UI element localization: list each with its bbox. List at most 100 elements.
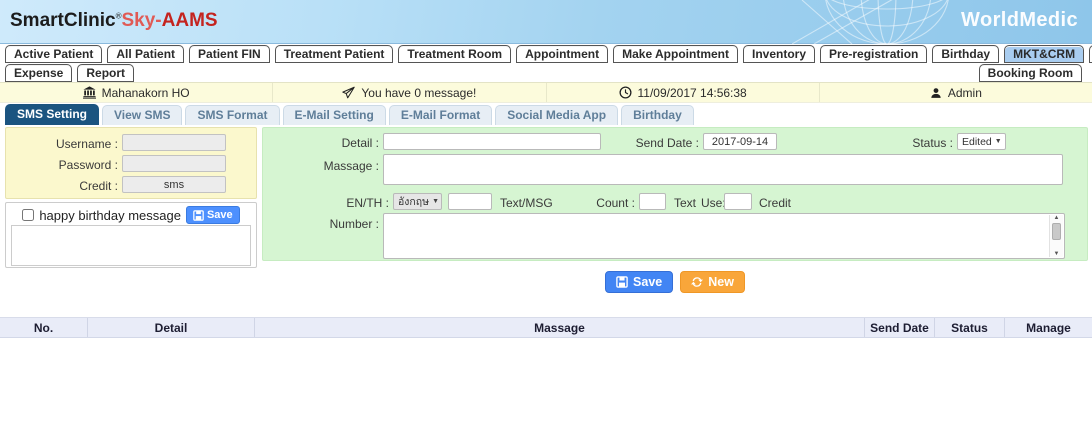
lang-select[interactable]: อังกฤษ ▼: [393, 193, 442, 210]
status-bar: Mahanakorn HO You have 0 message! 11/09/…: [0, 82, 1092, 103]
clinic-name: Mahanakorn HO: [102, 86, 190, 100]
logged-in-user: Admin: [948, 86, 982, 100]
use-input[interactable]: [724, 193, 752, 210]
number-label: Number :: [283, 217, 379, 231]
message-status-cell: You have 0 message!: [273, 83, 546, 102]
col-header-detail[interactable]: Detail: [88, 318, 255, 337]
credit-label: Credit :: [6, 179, 118, 193]
col-header-status[interactable]: Status: [935, 318, 1005, 337]
username-label: Username :: [6, 137, 118, 151]
status-select[interactable]: Edited ▼: [957, 133, 1006, 150]
status-label: Status :: [875, 136, 953, 150]
birthday-save-label: Save: [207, 209, 233, 221]
scroll-down-icon[interactable]: ▼: [1050, 251, 1063, 257]
status-selected-value: Edited: [962, 136, 992, 148]
use-unit-label: Credit: [759, 196, 791, 210]
count-input[interactable]: [639, 193, 666, 210]
menu-tab-report[interactable]: Report: [77, 64, 134, 82]
logo-sky: Sky-: [122, 10, 162, 31]
happy-birthday-label: happy birthday message: [39, 208, 181, 223]
sms-subtabs: SMS Setting View SMS SMS Format E-Mail S…: [5, 104, 697, 125]
menu-tab-appointment[interactable]: Appointment: [516, 45, 608, 63]
menu-tab-booking-room[interactable]: Booking Room: [979, 64, 1082, 82]
menu-tab-treatment-patient[interactable]: Treatment Patient: [275, 45, 394, 63]
subtab-sms-format[interactable]: SMS Format: [185, 105, 279, 125]
use-label: Use:: [701, 196, 726, 210]
number-scrollbar[interactable]: ▲ ▼: [1049, 215, 1063, 257]
send-date-label: Send Date :: [625, 136, 699, 150]
menu-tab-make-appointment[interactable]: Make Appointment: [613, 45, 738, 63]
scrollbar-thumb[interactable]: [1052, 223, 1061, 240]
col-header-send-date[interactable]: Send Date: [865, 318, 935, 337]
menu-tab-inventory[interactable]: Inventory: [743, 45, 815, 63]
col-header-no[interactable]: No.: [0, 318, 88, 337]
birthday-save-button[interactable]: Save: [186, 206, 240, 224]
form-save-button[interactable]: Save: [605, 271, 673, 293]
clinic-status-cell: Mahanakorn HO: [0, 83, 273, 102]
subtab-email-setting[interactable]: E-Mail Setting: [283, 105, 386, 125]
dropdown-arrow-icon: ▼: [432, 198, 439, 205]
menu-tab-active-patient[interactable]: Active Patient: [5, 45, 102, 63]
birthday-message-textbox[interactable]: [11, 225, 251, 266]
form-new-label: New: [708, 275, 734, 289]
menu-tab-pre-registration[interactable]: Pre-registration: [820, 45, 927, 63]
number-textarea-wrap: ▲ ▼: [383, 213, 1065, 259]
menu-tab-mkt-crm[interactable]: MKT&CRM: [1004, 45, 1084, 63]
app-window: SmartClinic®Sky-AAMS WorldMedic Active P…: [0, 0, 1092, 436]
scroll-up-icon[interactable]: ▲: [1050, 215, 1063, 221]
current-datetime: 11/09/2017 14:56:38: [638, 86, 747, 100]
datetime-status-cell: 11/09/2017 14:56:38: [547, 83, 820, 102]
lang-label: EN/TH :: [273, 196, 389, 210]
col-header-manage[interactable]: Manage: [1005, 318, 1092, 337]
password-label: Password :: [6, 158, 118, 172]
password-field[interactable]: [122, 155, 226, 172]
main-menubar: Active Patient All Patient Patient FIN T…: [0, 44, 1092, 82]
app-header: SmartClinic®Sky-AAMS WorldMedic: [0, 0, 1092, 44]
subtab-birthday[interactable]: Birthday: [621, 105, 694, 125]
sms-table-header: No. Detail Massage Send Date Status Mana…: [0, 317, 1092, 338]
count-unit-label: Text: [674, 196, 696, 210]
menu-row-2: Expense Report Booking Room: [5, 64, 1087, 82]
number-textarea[interactable]: [383, 213, 1065, 259]
menu-tab-expense[interactable]: Expense: [5, 64, 72, 82]
clock-icon: [619, 86, 632, 99]
sms-login-panel: Username : Password : Credit :: [5, 127, 257, 199]
user-status-cell: Admin: [820, 83, 1092, 102]
subtab-social-media-app[interactable]: Social Media App: [495, 105, 618, 125]
menu-tab-all-patient[interactable]: All Patient: [107, 45, 184, 63]
clinic-building-icon: [83, 86, 96, 99]
count-label: Count :: [563, 196, 635, 210]
menu-row-1: Active Patient All Patient Patient FIN T…: [5, 45, 1087, 63]
user-icon: [930, 87, 942, 99]
form-save-label: Save: [633, 275, 662, 289]
text-per-msg-input[interactable]: [448, 193, 492, 210]
dropdown-arrow-icon: ▼: [995, 138, 1002, 145]
menu-tab-birthday[interactable]: Birthday: [932, 45, 999, 63]
massage-textarea[interactable]: [383, 154, 1063, 185]
col-header-massage[interactable]: Massage: [255, 318, 865, 337]
username-field[interactable]: [122, 134, 226, 151]
app-logo: SmartClinic®Sky-AAMS: [10, 10, 218, 32]
subtab-sms-setting[interactable]: SMS Setting: [5, 104, 99, 125]
message-count-text: You have 0 message!: [361, 86, 476, 100]
form-actions: Save New: [262, 271, 1088, 293]
save-floppy-icon: [193, 210, 204, 221]
happy-birthday-checkbox[interactable]: [22, 209, 34, 221]
refresh-icon: [691, 276, 703, 288]
menu-tab-treatment-room[interactable]: Treatment Room: [398, 45, 511, 63]
lang-selected-value: อังกฤษ: [398, 193, 429, 210]
detail-input[interactable]: [383, 133, 601, 150]
massage-label: Massage :: [283, 159, 379, 173]
send-date-input[interactable]: [703, 133, 777, 150]
credit-field[interactable]: [122, 176, 226, 193]
subtab-email-format[interactable]: E-Mail Format: [389, 105, 492, 125]
sms-form-panel: Detail : Send Date : Status : Edited ▼ M…: [262, 127, 1088, 261]
send-message-icon: [342, 86, 355, 99]
detail-label: Detail :: [283, 136, 379, 150]
save-floppy-icon: [616, 276, 628, 288]
form-new-button[interactable]: New: [680, 271, 745, 293]
birthday-message-header: happy birthday message Save: [6, 206, 256, 224]
subtab-view-sms[interactable]: View SMS: [102, 105, 182, 125]
menu-tab-patient-fin[interactable]: Patient FIN: [189, 45, 270, 63]
logo-aams: AAMS: [162, 10, 218, 31]
